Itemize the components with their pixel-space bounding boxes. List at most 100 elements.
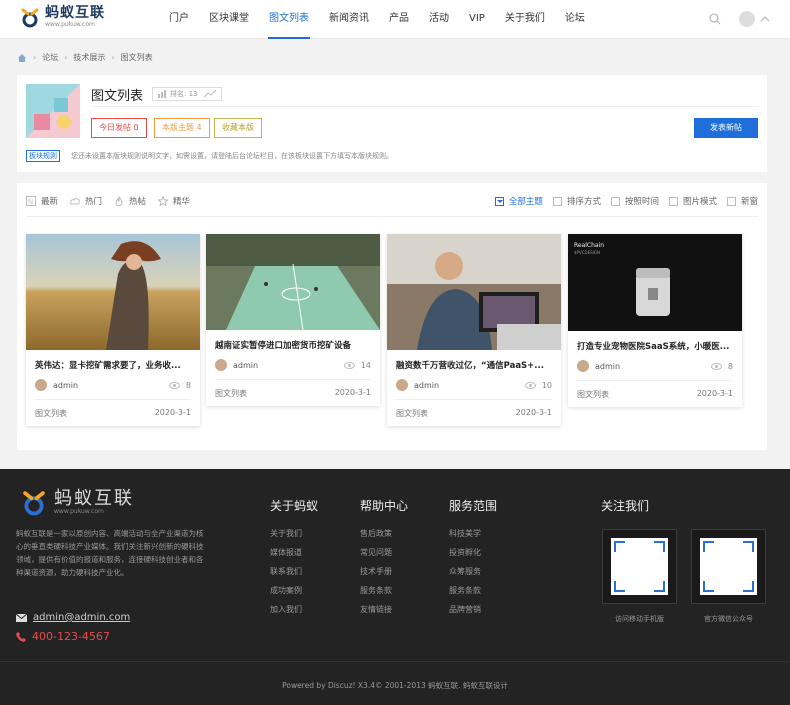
thread-date: 2020-3-1 xyxy=(154,408,191,417)
footer-link[interactable]: 加入我们 xyxy=(270,604,318,615)
filter-hot[interactable]: 热门 xyxy=(70,195,102,207)
bar-chart-icon xyxy=(158,90,166,98)
home-icon[interactable] xyxy=(17,53,27,62)
footer-link[interactable]: 常见问题 xyxy=(360,547,408,558)
thread-title[interactable]: 越南证实暂停进口加密货币挖矿设备 xyxy=(206,339,380,351)
footer-link[interactable]: 品牌营销 xyxy=(449,604,497,615)
thread-image[interactable] xyxy=(387,234,561,350)
site-footer: 蚂蚁互联 www.pukuw.com 蚂蚁互联是一家以原创内容、高端活动与全产业… xyxy=(0,469,790,705)
footer-logo[interactable]: 蚂蚁互联 www.pukuw.com xyxy=(20,488,134,516)
footer-link[interactable]: 服务条款 xyxy=(360,585,408,596)
thread-card[interactable]: 英伟达：显卡挖矿需求要了，业务收... admin 8 图文列表 2020-3-1 xyxy=(26,234,200,426)
nav-products[interactable]: 产品 xyxy=(379,0,419,39)
footer-link[interactable]: 媒体报道 xyxy=(270,547,318,558)
new-window-checkbox[interactable]: 新窗 xyxy=(726,195,758,207)
thread-forum[interactable]: 图文列表 xyxy=(35,408,67,426)
filter-hot-threads[interactable]: 热帖 xyxy=(114,195,146,207)
thread-image[interactable]: RealChain $PVCDESIGN xyxy=(568,234,742,331)
thread-forum[interactable]: 图文列表 xyxy=(577,389,609,407)
thread-card[interactable]: 越南证实暂停进口加密货币挖矿设备 admin 14 图文列表 2020-3-1 xyxy=(206,234,380,406)
footer-link[interactable]: 服务条款 xyxy=(449,585,497,596)
footer-phone[interactable]: 400-123-4567 xyxy=(16,630,110,643)
mail-icon xyxy=(16,613,27,622)
nav-image-list[interactable]: 图文列表 xyxy=(259,0,319,39)
order-by-time-dropdown[interactable]: 按照时间 xyxy=(610,195,659,207)
nav-about[interactable]: 关于我们 xyxy=(495,0,555,39)
nav-events[interactable]: 活动 xyxy=(419,0,459,39)
thread-title[interactable]: 英伟达：显卡挖矿需求要了，业务收... xyxy=(26,359,200,371)
new-post-button[interactable]: 发表新帖 xyxy=(694,118,758,138)
follow-us: 关注我们 xyxy=(601,497,649,528)
footer-link[interactable]: 关于我们 xyxy=(270,528,318,539)
footer-logo-title: 蚂蚁互联 xyxy=(54,487,134,509)
filter-bar: N 最新 热门 热帖 精华 xyxy=(26,195,202,207)
thread-author[interactable]: admin xyxy=(215,359,258,371)
rank-badge: 排名: 13 xyxy=(152,87,222,101)
main-nav: 门户 区块课堂 图文列表 新闻资讯 产品 活动 VIP 关于我们 论坛 xyxy=(159,0,595,39)
footer-col-title: 关于蚂蚁 xyxy=(270,499,319,513)
eye-icon xyxy=(343,361,355,369)
footer-link[interactable]: 众筹服务 xyxy=(449,566,497,577)
footer-link[interactable]: 售后政策 xyxy=(360,528,408,539)
site-logo[interactable]: 蚂蚁互联 www.pukuw.com xyxy=(19,6,105,28)
thread-forum[interactable]: 图文列表 xyxy=(396,408,428,426)
ant-logo-icon xyxy=(19,6,41,28)
thread-title[interactable]: 融资数千万营收过亿，“通信PaaS+... xyxy=(387,359,561,371)
qr-mobile[interactable] xyxy=(602,529,677,604)
logo-subtitle: www.pukuw.com xyxy=(45,21,95,28)
thread-author[interactable]: admin xyxy=(577,360,620,372)
sort-dropdown[interactable]: 排序方式 xyxy=(552,195,601,207)
nav-news[interactable]: 新闻资讯 xyxy=(319,0,379,39)
thread-title[interactable]: 打造专业宠物医院SaaS系统，小暖医... xyxy=(568,340,742,352)
new-icon: N xyxy=(26,196,36,206)
search-icon[interactable] xyxy=(709,13,721,25)
view-count: 8 xyxy=(710,362,733,371)
chevron-up-icon[interactable] xyxy=(760,15,770,23)
rank-text: 排名: 13 xyxy=(170,90,198,98)
footer-link[interactable]: 投资孵化 xyxy=(449,547,497,558)
today-posts-stat: 今日发帖 0 xyxy=(91,118,147,138)
footer-col-help: 帮助中心 售后政策 常见问题 技术手册 服务条款 友情链接 xyxy=(360,497,408,623)
qr-wechat-caption: 官方微信公众号 xyxy=(704,615,753,623)
qr-wechat[interactable] xyxy=(691,529,766,604)
filter-digest[interactable]: 精华 xyxy=(158,195,190,207)
thread-card[interactable]: RealChain $PVCDESIGN 打造专业宠物医院SaaS系统，小暖医..… xyxy=(568,234,742,407)
image-mode-toggle[interactable]: 图片模式 xyxy=(668,195,717,207)
copyright: Powered by Discuz! X3.4© 2001-2013 蚂蚁互联.… xyxy=(282,681,508,690)
breadcrumb-current[interactable]: 图文列表 xyxy=(121,52,153,63)
thread-date: 2020-3-1 xyxy=(334,388,371,397)
thread-image[interactable] xyxy=(26,234,200,350)
thread-image[interactable] xyxy=(206,234,380,330)
filter-options: 全部主题 排序方式 按照时间 图片模式 新窗 xyxy=(485,195,758,207)
footer-email[interactable]: admin@admin.com xyxy=(16,612,130,623)
forum-thumbnail xyxy=(26,84,80,138)
footer-link[interactable]: 友情链接 xyxy=(360,604,408,615)
breadcrumb-forum[interactable]: 论坛 xyxy=(42,52,58,63)
thread-author[interactable]: admin xyxy=(35,379,78,391)
flame-icon xyxy=(115,196,123,206)
user-avatar[interactable] xyxy=(739,11,755,27)
nav-portal[interactable]: 门户 xyxy=(159,0,199,39)
breadcrumb-tech[interactable]: 技术展示 xyxy=(73,52,105,63)
footer-link[interactable]: 技术手册 xyxy=(360,566,408,577)
avatar xyxy=(215,359,227,371)
footer-col-about: 关于蚂蚁 关于我们 媒体报道 联系我们 成功案例 加入我们 xyxy=(270,497,318,623)
thread-card[interactable]: 融资数千万营收过亿，“通信PaaS+... admin 10 图文列表 2020-… xyxy=(387,234,561,426)
nav-forum[interactable]: 论坛 xyxy=(555,0,595,39)
avatar xyxy=(577,360,589,372)
thread-forum[interactable]: 图文列表 xyxy=(215,388,247,406)
top-header: 蚂蚁互联 www.pukuw.com 门户 区块课堂 图文列表 新闻资讯 产品 … xyxy=(0,0,790,39)
view-count: 8 xyxy=(168,381,191,390)
footer-link[interactable]: 成功案例 xyxy=(270,585,318,596)
footer-link[interactable]: 科技美学 xyxy=(449,528,497,539)
view-count: 14 xyxy=(343,361,371,370)
thread-author[interactable]: admin xyxy=(396,379,439,391)
eye-icon xyxy=(524,381,536,389)
favorite-forum-button[interactable]: 收藏本版 xyxy=(214,118,262,138)
nav-vip[interactable]: VIP xyxy=(459,0,495,39)
filter-latest[interactable]: N 最新 xyxy=(26,195,58,207)
footer-link[interactable]: 联系我们 xyxy=(270,566,318,577)
nav-block-class[interactable]: 区块课堂 xyxy=(199,0,259,39)
all-topics-dropdown[interactable]: 全部主题 xyxy=(494,195,543,207)
phone-icon xyxy=(16,631,26,642)
